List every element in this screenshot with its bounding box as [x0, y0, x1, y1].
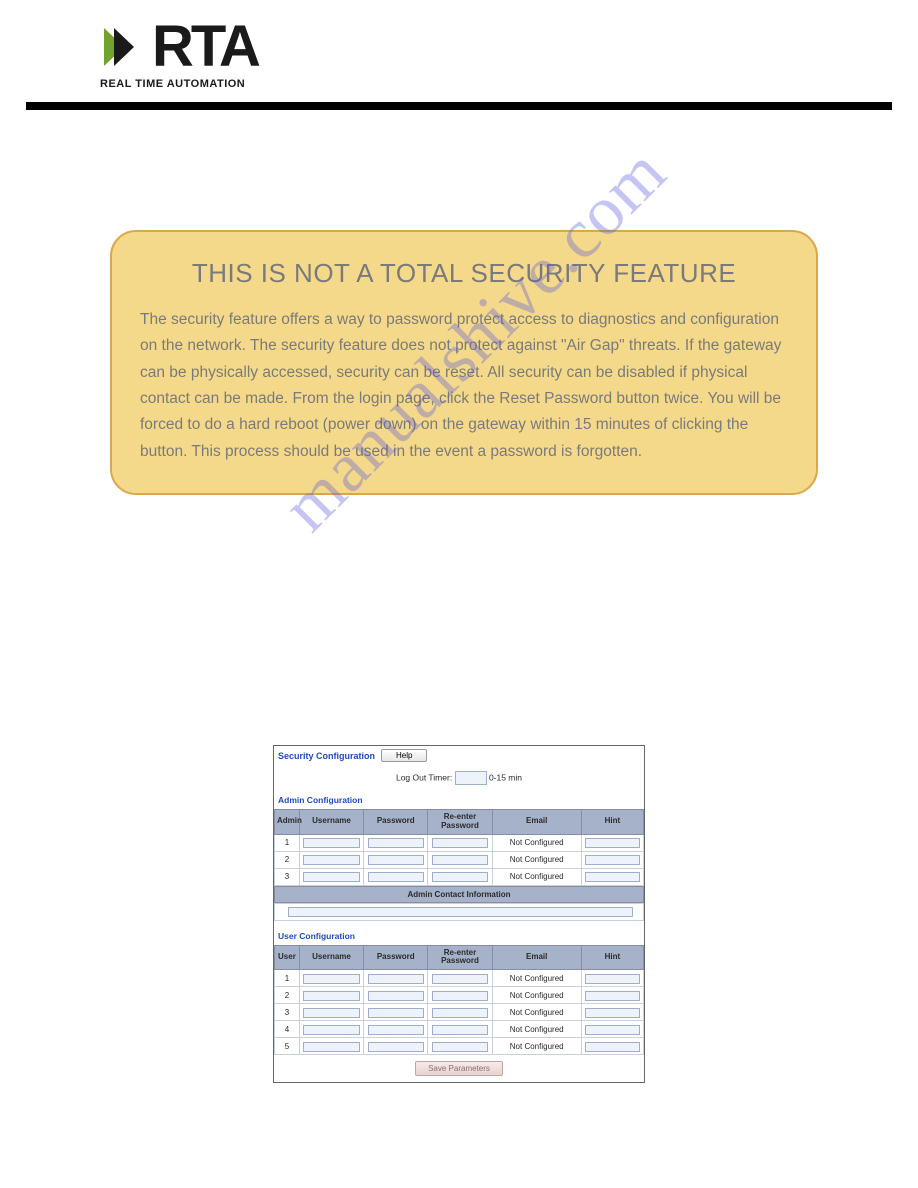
user-config-table: User Username Password Re-enter Password…	[274, 945, 644, 1056]
hint-input[interactable]	[585, 838, 639, 848]
logout-timer-input[interactable]	[455, 771, 487, 785]
row-index: 4	[275, 1021, 300, 1038]
row-index: 5	[275, 1038, 300, 1055]
table-row: 1 Not Configured	[275, 834, 644, 851]
hint-input[interactable]	[585, 1025, 639, 1035]
password-input[interactable]	[368, 838, 424, 848]
col-header-admin: Admin	[275, 810, 300, 835]
username-input[interactable]	[303, 855, 359, 865]
security-warning-callout: THIS IS NOT A TOTAL SECURITY FEATURE The…	[110, 230, 818, 495]
username-input[interactable]	[303, 1025, 359, 1035]
row-index: 1	[275, 970, 300, 987]
admin-contact-row	[274, 903, 644, 921]
col-header-email: Email	[492, 945, 581, 970]
repassword-input[interactable]	[432, 991, 488, 1001]
email-status: Not Configured	[492, 970, 581, 987]
page-header: RTA REAL TIME AUTOMATION	[0, 0, 918, 90]
email-status: Not Configured	[492, 987, 581, 1004]
repassword-input[interactable]	[432, 1025, 488, 1035]
admin-contact-input[interactable]	[288, 907, 633, 917]
col-header-hint: Hint	[581, 810, 643, 835]
logout-timer-row: Log Out Timer: 0-15 min	[274, 765, 644, 793]
password-input[interactable]	[368, 1025, 424, 1035]
username-input[interactable]	[303, 974, 359, 984]
hint-input[interactable]	[585, 855, 639, 865]
email-status: Not Configured	[492, 1004, 581, 1021]
user-section-label: User Configuration	[274, 929, 644, 945]
panel-title: Security Configuration	[278, 751, 375, 761]
hint-input[interactable]	[585, 872, 639, 882]
username-input[interactable]	[303, 991, 359, 1001]
table-row: 2 Not Configured	[275, 987, 644, 1004]
username-input[interactable]	[303, 872, 359, 882]
table-row: 2 Not Configured	[275, 851, 644, 868]
table-row: 1 Not Configured	[275, 970, 644, 987]
brand-name: RTA	[152, 18, 258, 76]
brand-logo: RTA REAL TIME AUTOMATION	[100, 18, 918, 90]
email-status: Not Configured	[492, 834, 581, 851]
col-header-repassword: Re-enter Password	[428, 945, 492, 970]
repassword-input[interactable]	[432, 1008, 488, 1018]
hint-input[interactable]	[585, 974, 639, 984]
admin-section-label: Admin Configuration	[274, 793, 644, 809]
username-input[interactable]	[303, 1008, 359, 1018]
row-index: 3	[275, 868, 300, 885]
brand-subtitle: REAL TIME AUTOMATION	[100, 78, 245, 90]
hint-input[interactable]	[585, 1042, 639, 1052]
callout-title: THIS IS NOT A TOTAL SECURITY FEATURE	[140, 258, 788, 289]
hint-input[interactable]	[585, 1008, 639, 1018]
username-input[interactable]	[303, 838, 359, 848]
logout-timer-label: Log Out Timer:	[396, 772, 452, 782]
security-config-panel: Security Configuration Help Log Out Time…	[273, 745, 645, 1083]
repassword-input[interactable]	[432, 974, 488, 984]
password-input[interactable]	[368, 1008, 424, 1018]
email-status: Not Configured	[492, 851, 581, 868]
table-row: 5 Not Configured	[275, 1038, 644, 1055]
password-input[interactable]	[368, 991, 424, 1001]
rta-mark-icon	[100, 24, 146, 70]
table-row: 3 Not Configured	[275, 1004, 644, 1021]
header-divider	[26, 102, 892, 110]
email-status: Not Configured	[492, 1038, 581, 1055]
username-input[interactable]	[303, 1042, 359, 1052]
password-input[interactable]	[368, 1042, 424, 1052]
col-header-username: Username	[299, 810, 363, 835]
table-row: 3 Not Configured	[275, 868, 644, 885]
logout-timer-suffix: 0-15 min	[489, 772, 522, 782]
hint-input[interactable]	[585, 991, 639, 1001]
row-index: 3	[275, 1004, 300, 1021]
repassword-input[interactable]	[432, 838, 488, 848]
col-header-repassword: Re-enter Password	[428, 810, 492, 835]
admin-contact-header: Admin Contact Information	[274, 886, 644, 903]
col-header-username: Username	[299, 945, 363, 970]
col-header-password: Password	[364, 810, 428, 835]
email-status: Not Configured	[492, 868, 581, 885]
password-input[interactable]	[368, 872, 424, 882]
password-input[interactable]	[368, 974, 424, 984]
save-parameters-button[interactable]: Save Parameters	[415, 1061, 503, 1076]
table-row: 4 Not Configured	[275, 1021, 644, 1038]
row-index: 1	[275, 834, 300, 851]
col-header-user: User	[275, 945, 300, 970]
callout-body: The security feature offers a way to pas…	[140, 307, 788, 465]
col-header-email: Email	[492, 810, 581, 835]
repassword-input[interactable]	[432, 855, 488, 865]
email-status: Not Configured	[492, 1021, 581, 1038]
repassword-input[interactable]	[432, 1042, 488, 1052]
help-button[interactable]: Help	[381, 749, 427, 762]
password-input[interactable]	[368, 855, 424, 865]
col-header-password: Password	[364, 945, 428, 970]
row-index: 2	[275, 987, 300, 1004]
repassword-input[interactable]	[432, 872, 488, 882]
admin-config-table: Admin Username Password Re-enter Passwor…	[274, 809, 644, 886]
col-header-hint: Hint	[581, 945, 643, 970]
row-index: 2	[275, 851, 300, 868]
